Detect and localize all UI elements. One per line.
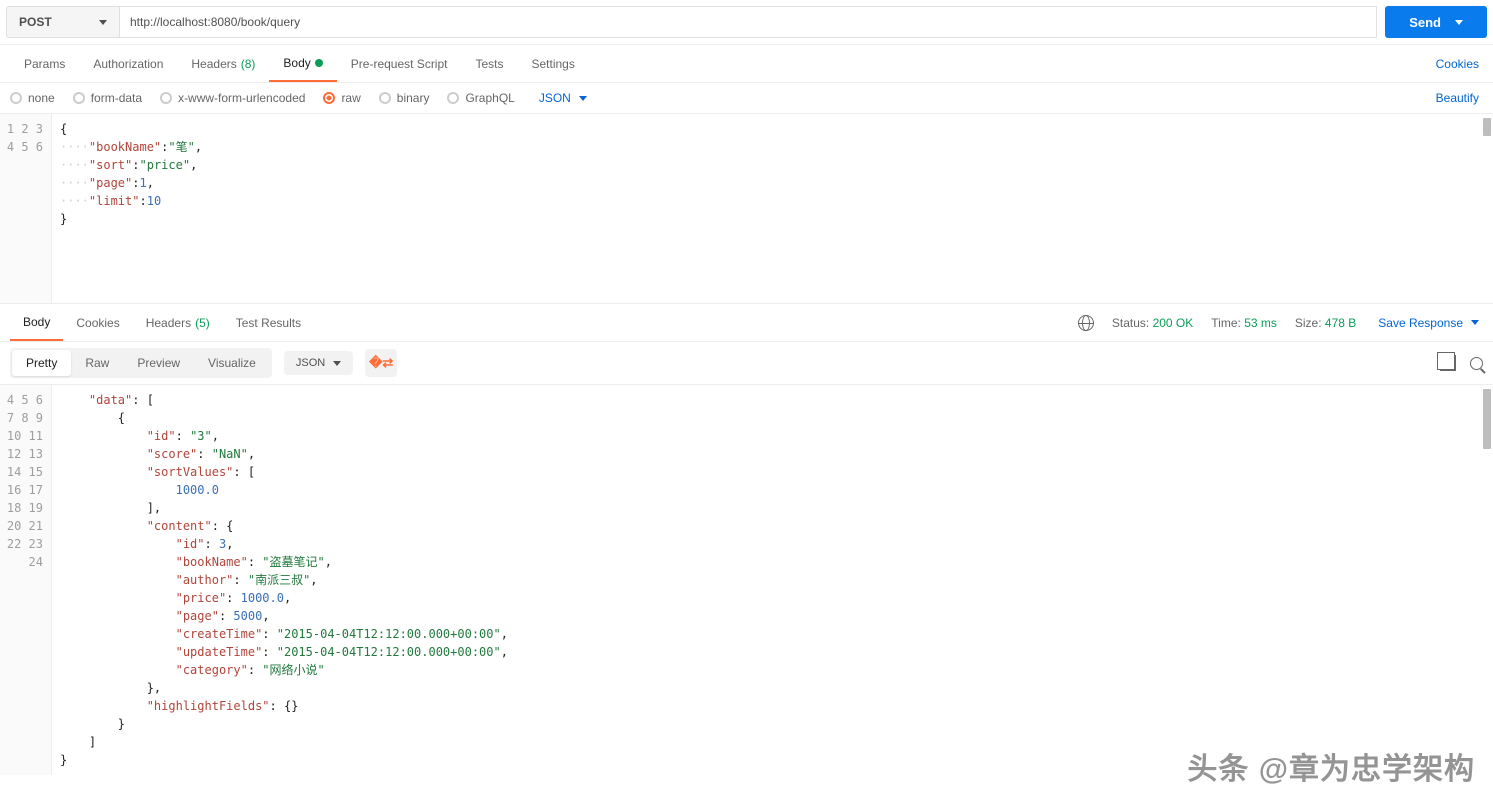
request-body-editor[interactable]: 1 2 3 4 5 6 { ····"bookName":"笔", ····"s… <box>0 114 1493 304</box>
body-type-row: none form-data x-www-form-urlencoded raw… <box>0 83 1493 114</box>
headers-count: (5) <box>195 316 210 330</box>
headers-count: (8) <box>241 57 256 71</box>
radio-icon <box>447 92 459 104</box>
send-label: Send <box>1409 15 1441 30</box>
tab-authorization[interactable]: Authorization <box>79 45 177 82</box>
search-icon[interactable] <box>1470 357 1483 370</box>
beautify-link[interactable]: Beautify <box>1432 91 1483 105</box>
method-label: POST <box>19 15 52 29</box>
request-tabs: Params Authorization Headers (8) Body Pr… <box>0 45 1493 83</box>
radio-raw[interactable]: raw <box>323 91 360 105</box>
radio-icon <box>10 92 22 104</box>
body-format-select[interactable]: JSON <box>539 91 587 105</box>
copy-icon[interactable] <box>1440 355 1456 371</box>
response-toolbar: Pretty Raw Preview Visualize JSON �⁣⇄ <box>0 342 1493 385</box>
view-pretty[interactable]: Pretty <box>12 350 71 376</box>
resp-tab-headers[interactable]: Headers (5) <box>133 304 223 341</box>
response-body-editor[interactable]: 4 5 6 7 8 9 10 11 12 13 14 15 16 17 18 1… <box>0 385 1493 775</box>
tab-prerequest[interactable]: Pre-request Script <box>337 45 462 82</box>
status: Status: 200 OK <box>1112 316 1193 330</box>
time: Time: 53 ms <box>1211 316 1277 330</box>
line-gutter: 4 5 6 7 8 9 10 11 12 13 14 15 16 17 18 1… <box>0 385 52 775</box>
tab-headers[interactable]: Headers (8) <box>177 45 269 82</box>
url-input[interactable] <box>120 6 1377 38</box>
tab-params[interactable]: Params <box>10 45 79 82</box>
response-format-select[interactable]: JSON <box>284 351 353 375</box>
radio-formdata[interactable]: form-data <box>73 91 142 105</box>
line-gutter: 1 2 3 4 5 6 <box>0 114 52 303</box>
view-visualize[interactable]: Visualize <box>194 350 270 376</box>
save-response-link[interactable]: Save Response <box>1374 316 1483 330</box>
resp-tab-cookies[interactable]: Cookies <box>63 304 132 341</box>
radio-graphql[interactable]: GraphQL <box>447 91 514 105</box>
view-preview[interactable]: Preview <box>123 350 194 376</box>
radio-none[interactable]: none <box>10 91 55 105</box>
chevron-down-icon <box>1471 320 1479 325</box>
size: Size: 478 B <box>1295 316 1356 330</box>
response-meta: Status: 200 OK Time: 53 ms Size: 478 B S… <box>1078 315 1483 331</box>
response-tabs: Body Cookies Headers (5) Test Results St… <box>0 304 1493 342</box>
globe-icon[interactable] <box>1078 315 1094 331</box>
chevron-down-icon <box>99 20 107 25</box>
view-raw[interactable]: Raw <box>71 350 123 376</box>
radio-icon <box>73 92 85 104</box>
http-method-select[interactable]: POST <box>6 6 120 38</box>
resp-tab-testresults[interactable]: Test Results <box>223 304 314 341</box>
chevron-down-icon <box>1455 20 1463 25</box>
cookies-link[interactable]: Cookies <box>1432 57 1483 71</box>
minimap[interactable] <box>1483 389 1491 449</box>
modified-dot-icon <box>315 59 323 67</box>
view-mode-group: Pretty Raw Preview Visualize <box>10 348 272 378</box>
response-actions <box>1440 355 1483 371</box>
radio-binary[interactable]: binary <box>379 91 430 105</box>
request-bar: POST Send <box>0 0 1493 45</box>
code-content[interactable]: { ····"bookName":"笔", ····"sort":"price"… <box>52 114 1493 303</box>
tab-tests[interactable]: Tests <box>461 45 517 82</box>
minimap[interactable] <box>1483 118 1491 136</box>
radio-urlencoded[interactable]: x-www-form-urlencoded <box>160 91 305 105</box>
wrap-lines-button[interactable]: �⁣⇄ <box>365 349 397 377</box>
chevron-down-icon <box>333 361 341 366</box>
radio-icon <box>160 92 172 104</box>
radio-icon <box>323 92 335 104</box>
resp-tab-body[interactable]: Body <box>10 304 63 341</box>
tab-settings[interactable]: Settings <box>518 45 589 82</box>
chevron-down-icon <box>579 96 587 101</box>
send-button[interactable]: Send <box>1385 6 1487 38</box>
tab-body[interactable]: Body <box>269 45 336 82</box>
code-content[interactable]: "data": [ { "id": "3", "score": "NaN", "… <box>52 385 1493 775</box>
radio-icon <box>379 92 391 104</box>
